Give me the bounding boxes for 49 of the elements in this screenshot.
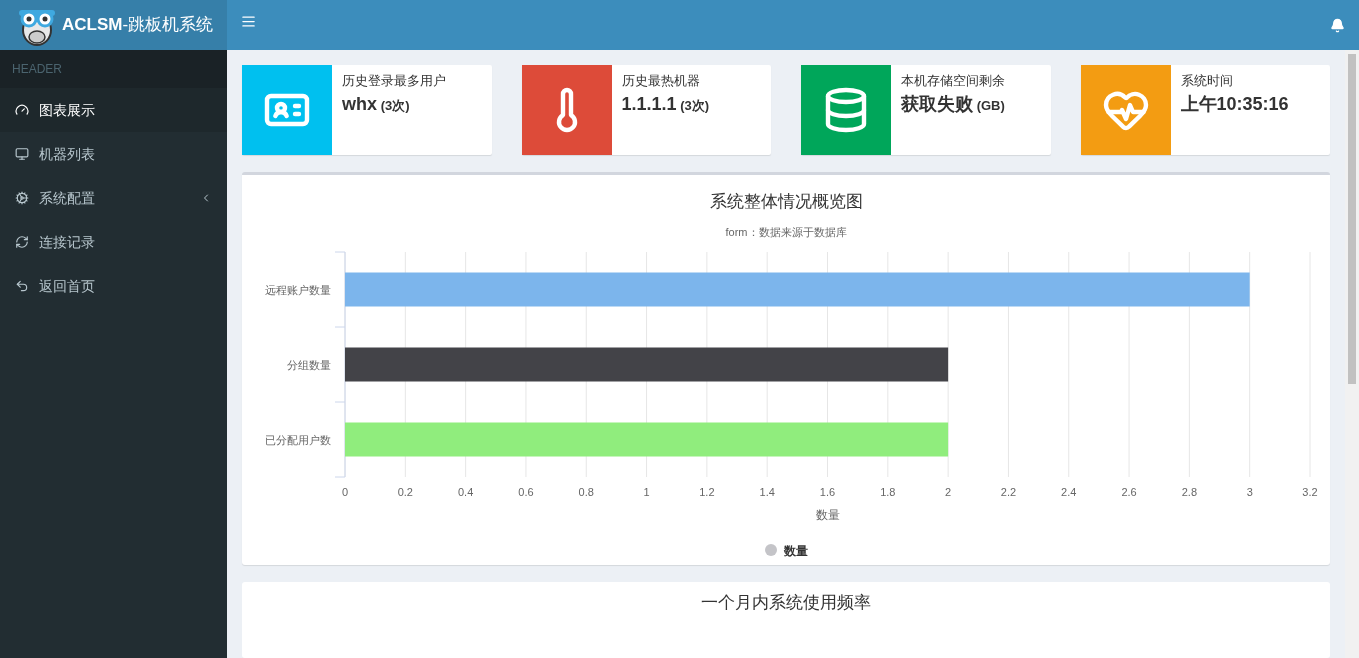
legend-dot bbox=[765, 544, 777, 556]
tick-label: 1 bbox=[643, 486, 650, 498]
info-box-label: 历史最热机器 bbox=[621, 72, 701, 90]
bell-icon[interactable] bbox=[1330, 17, 1345, 33]
info-box-label: 历史登录最多用户 bbox=[342, 72, 446, 90]
tick-label: 3.2 bbox=[1302, 486, 1318, 498]
tick-label: 0.6 bbox=[518, 486, 534, 498]
info-box-label: 本机存储空间剩余 bbox=[901, 72, 1005, 90]
tick-label: 2 bbox=[945, 486, 952, 498]
tick-label: 0 bbox=[341, 486, 349, 498]
axis-title: 数量 bbox=[815, 508, 840, 522]
tick-label: 2.4 bbox=[1061, 486, 1077, 498]
refresh-icon bbox=[15, 235, 29, 249]
category-label: 分组数量 bbox=[287, 358, 331, 371]
sidebar-item[interactable]: 返回首页 bbox=[0, 264, 227, 308]
monitor-icon bbox=[15, 147, 29, 161]
info-box-value: whx (3次) bbox=[342, 92, 411, 116]
info-box-value: 1.1.1.1 (3次) bbox=[621, 92, 710, 116]
sidebar-item[interactable]: 图表展示 bbox=[0, 88, 227, 132]
gauge-icon bbox=[15, 103, 29, 117]
sidebar-item[interactable]: 连接记录 bbox=[0, 220, 227, 264]
category-label: 远程账户数量 bbox=[265, 283, 331, 296]
reply-icon bbox=[15, 279, 29, 293]
sidebar-item[interactable]: 系统配置 bbox=[0, 176, 227, 220]
menu-icon[interactable] bbox=[241, 13, 256, 29]
brand-name: ACLSM-跳板机系统 bbox=[62, 14, 214, 37]
sidebar-header: HEADER bbox=[0, 50, 227, 88]
gear-icon bbox=[15, 191, 29, 205]
tick-label: 0.8 bbox=[578, 486, 594, 498]
sidebar-item[interactable]: 机器列表 bbox=[0, 132, 227, 176]
panel-title: 一个月内系统使用频率 bbox=[701, 592, 871, 614]
tick-label: 0.4 bbox=[458, 486, 474, 498]
tick-label: 2.8 bbox=[1181, 486, 1197, 498]
category-label: 已分配用户数 bbox=[265, 433, 331, 446]
tick-label: 1.4 bbox=[759, 486, 775, 498]
legend-label[interactable]: 数量 bbox=[784, 544, 808, 558]
tick-label: 2.2 bbox=[1000, 486, 1017, 498]
tick-label: 0.2 bbox=[397, 486, 413, 498]
info-box-label: 系统时间 bbox=[1180, 72, 1234, 90]
info-box-value: 获取失败 (GB) bbox=[901, 92, 1005, 116]
info-box-value: 上午10:35:16 bbox=[1180, 92, 1289, 116]
tick-label: 1.2 bbox=[699, 486, 715, 498]
chart-subtitle: form：数据来源于数据库 bbox=[725, 224, 847, 240]
logo-bar[interactable]: ACLSM-跳板机系统 bbox=[0, 0, 227, 50]
tick-label: 1.6 bbox=[819, 486, 836, 498]
tick-label: 1.8 bbox=[880, 486, 896, 498]
tick-label: 2.6 bbox=[1121, 486, 1137, 498]
chart-title: 系统整体情况概览图 bbox=[709, 191, 863, 213]
tick-label: 3 bbox=[1246, 486, 1253, 498]
